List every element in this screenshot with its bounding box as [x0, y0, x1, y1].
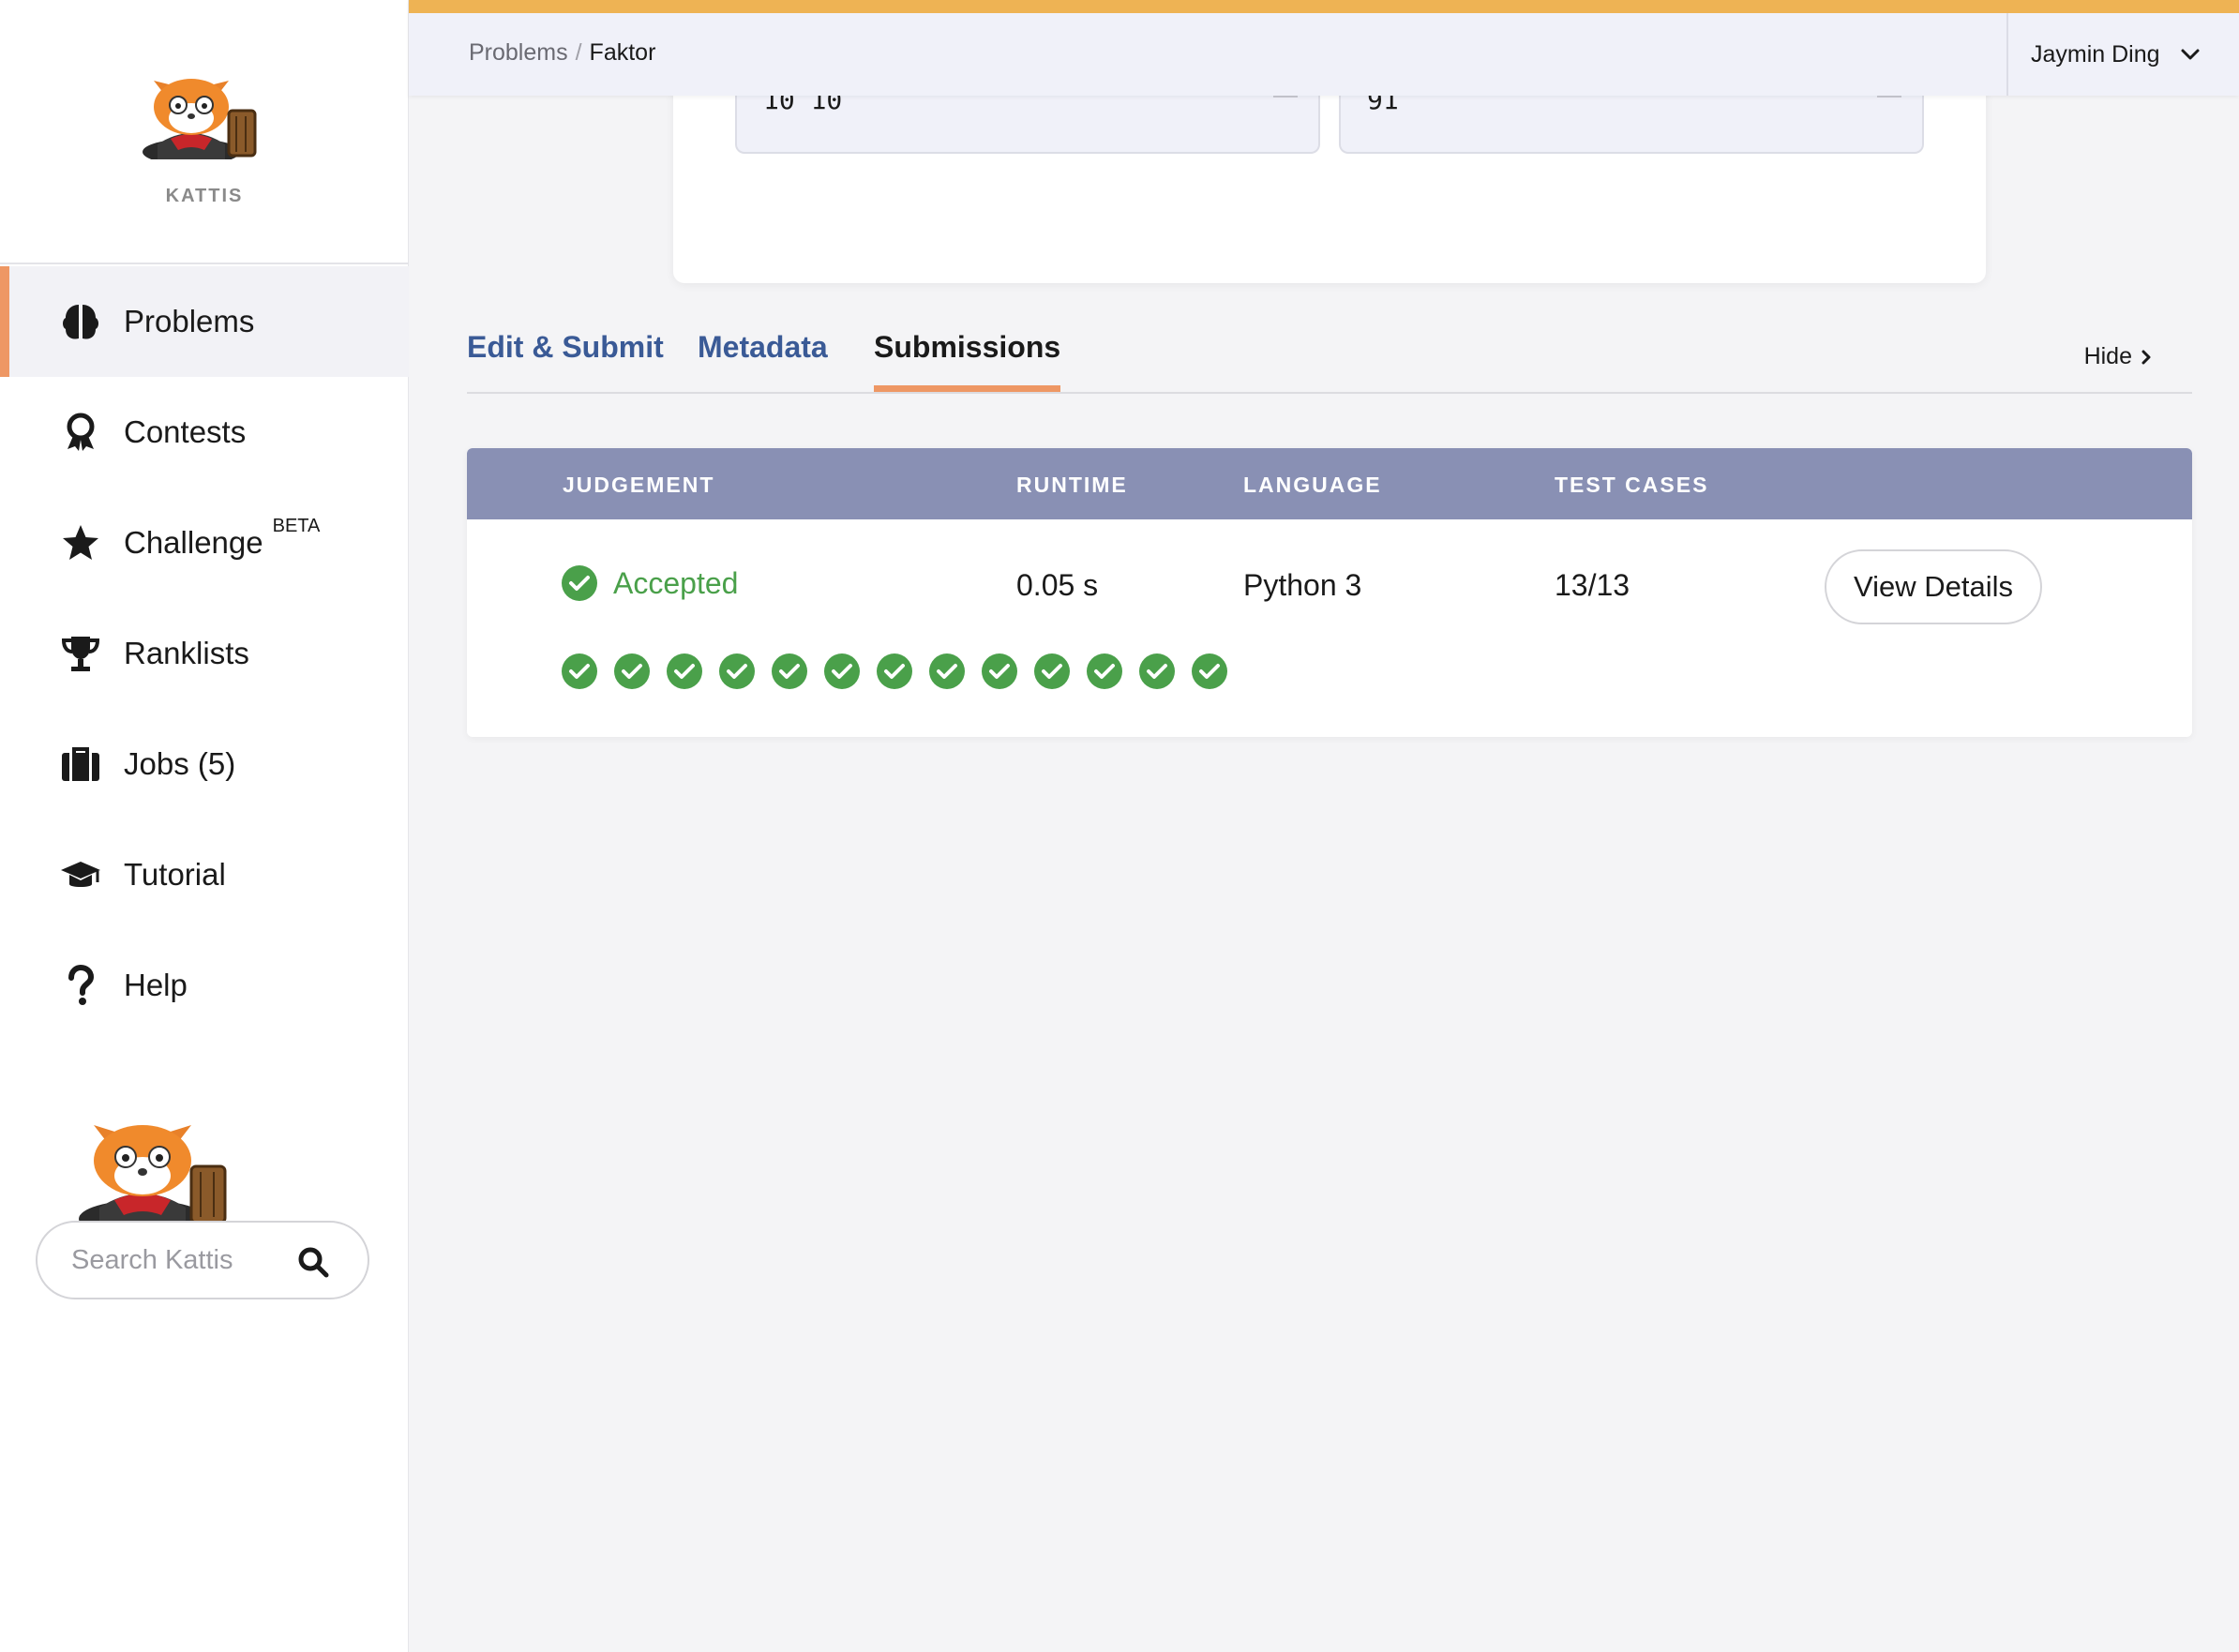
sidebar: KATTIS Problems Contests Challenge BETA [0, 0, 409, 1652]
logo-block[interactable]: KATTIS [0, 0, 409, 264]
header-test-cases: TEST CASES [1555, 473, 1709, 497]
tab-edit-submit[interactable]: Edit & Submit [467, 330, 664, 385]
tab-metadata[interactable]: Metadata [698, 330, 828, 385]
test-case-results [561, 653, 1243, 690]
header-judgement: JUDGEMENT [563, 473, 715, 497]
nav-item-contests[interactable]: Contests [0, 377, 409, 488]
beta-badge: BETA [272, 515, 321, 536]
kattis-logo-mascot [143, 79, 257, 159]
chevron-right-icon [2141, 350, 2151, 364]
breadcrumb-current: Faktor [589, 39, 656, 66]
nav-label: Contests [124, 414, 247, 449]
brain-icon [58, 299, 103, 344]
nav-item-tutorial[interactable]: Tutorial [0, 819, 409, 930]
nav-item-problems[interactable]: Problems [0, 266, 409, 377]
kattis-mascot [79, 1125, 227, 1224]
nav-label: Jobs (5) [124, 746, 236, 781]
nav-item-jobs[interactable]: Jobs (5) [0, 709, 409, 819]
test-case-pass-icon[interactable] [928, 653, 966, 690]
test-case-pass-icon[interactable] [1138, 653, 1176, 690]
runtime-cell: 0.05 s [1016, 568, 1099, 602]
nav-item-help[interactable]: Help [0, 930, 409, 1041]
search-box [36, 1221, 369, 1299]
nav-label: Help [124, 968, 188, 1002]
check-circle-icon [562, 565, 597, 601]
test-case-pass-icon[interactable] [981, 653, 1018, 690]
problem-tabs: Edit & Submit Metadata Submissions Hide [467, 313, 2192, 394]
header-runtime: RUNTIME [1016, 473, 1128, 497]
test-case-pass-icon[interactable] [1191, 653, 1228, 690]
search-input[interactable] [71, 1244, 287, 1276]
judgement-text: Accepted [613, 565, 739, 600]
view-details-button[interactable]: View Details [1825, 549, 2042, 624]
table-header: JUDGEMENT RUNTIME LANGUAGE TEST CASES [467, 448, 2192, 519]
briefcase-icon [58, 742, 103, 787]
hide-label: Hide [2083, 343, 2132, 369]
nav-label: Ranklists [124, 636, 249, 670]
graduation-cap-icon [58, 852, 103, 897]
test-case-pass-icon[interactable] [771, 653, 808, 690]
test-case-pass-icon[interactable] [876, 653, 913, 690]
user-name: Jaymin Ding [2031, 40, 2160, 68]
nav-item-challenge[interactable]: Challenge BETA [0, 488, 409, 598]
submissions-table: JUDGEMENT RUNTIME LANGUAGE TEST CASES Ac… [467, 448, 2192, 737]
test-case-pass-icon[interactable] [561, 653, 598, 690]
nav-label: Tutorial [124, 857, 226, 892]
breadcrumb: Problems / Faktor [469, 39, 655, 67]
test-case-pass-icon[interactable] [1033, 653, 1071, 690]
language-cell: Python 3 [1243, 568, 1362, 602]
breadcrumb-separator: / [575, 39, 582, 66]
search-icon[interactable] [296, 1245, 330, 1279]
test-cases-cell: 13/13 [1555, 568, 1630, 602]
logo-text: KATTIS [165, 186, 244, 206]
user-menu[interactable]: Jaymin Ding [2006, 13, 2239, 96]
top-bar: Problems / Faktor Jaymin Ding [409, 0, 2239, 96]
test-case-pass-icon[interactable] [1086, 653, 1123, 690]
test-case-pass-icon[interactable] [823, 653, 861, 690]
award-icon [58, 410, 103, 455]
test-case-pass-icon[interactable] [718, 653, 756, 690]
main-nav: Problems Contests Challenge BETA Ranklis… [0, 266, 409, 1041]
test-case-pass-icon[interactable] [613, 653, 651, 690]
judgement-cell: Accepted [561, 564, 738, 602]
chevron-down-icon [2181, 49, 2200, 60]
header-language: LANGUAGE [1243, 473, 1382, 497]
tab-submissions[interactable]: Submissions [874, 330, 1061, 392]
nav-label: Challenge [124, 525, 263, 560]
nav-label: Problems [124, 304, 255, 338]
trophy-icon [58, 631, 103, 676]
nav-item-ranklists[interactable]: Ranklists [0, 598, 409, 709]
hide-button[interactable]: Hide [2084, 343, 2155, 370]
breadcrumb-problems-link[interactable]: Problems [469, 39, 568, 66]
test-case-pass-icon[interactable] [666, 653, 703, 690]
star-icon [58, 520, 103, 565]
question-icon [58, 963, 103, 1008]
